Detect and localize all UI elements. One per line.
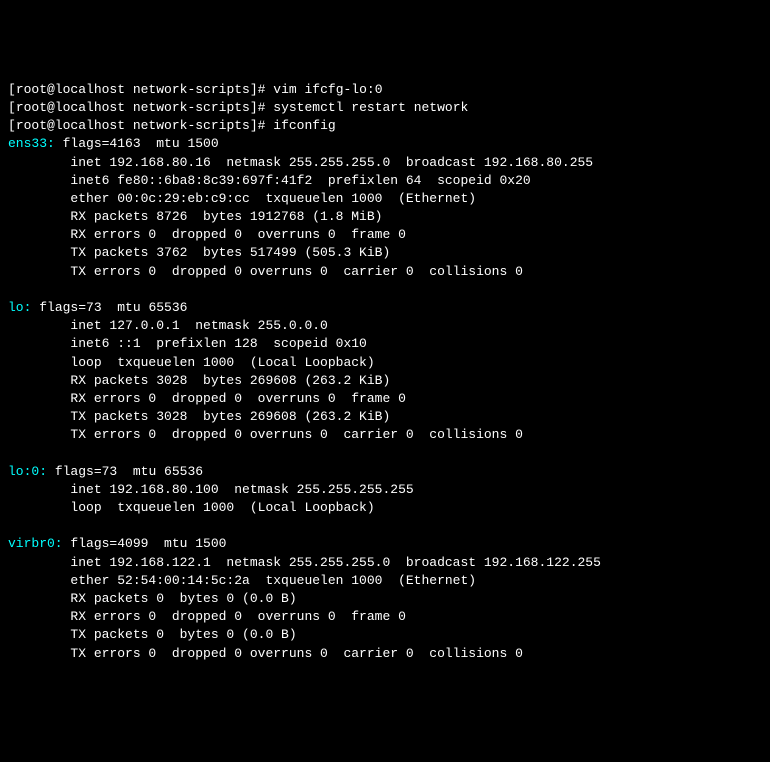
interface-detail-line: RX packets 8726 bytes 1912768 (1.8 MiB) xyxy=(8,208,762,226)
shell-prompt-line: [root@localhost network-scripts]# ifconf… xyxy=(8,117,762,135)
interface-detail-line: loop txqueuelen 1000 (Local Loopback) xyxy=(8,354,762,372)
blank-line xyxy=(8,281,762,299)
interface-detail-line: TX errors 0 dropped 0 overruns 0 carrier… xyxy=(8,426,762,444)
interface-name: lo: xyxy=(8,300,31,315)
shell-prompt-line: [root@localhost network-scripts]# vim if… xyxy=(8,81,762,99)
interface-detail-line: loop txqueuelen 1000 (Local Loopback) xyxy=(8,499,762,517)
interface-name: ens33: xyxy=(8,136,55,151)
command-text: systemctl restart network xyxy=(273,100,468,115)
terminal-output[interactable]: [root@localhost network-scripts]# vim if… xyxy=(8,81,762,663)
interface-header: lo:0: flags=73 mtu 65536 xyxy=(8,463,762,481)
interface-detail-line: ether 52:54:00:14:5c:2a txqueuelen 1000 … xyxy=(8,572,762,590)
interface-detail-line: inet 192.168.122.1 netmask 255.255.255.0… xyxy=(8,554,762,572)
interface-detail-line: TX packets 0 bytes 0 (0.0 B) xyxy=(8,626,762,644)
interface-detail-line: inet6 fe80::6ba8:8c39:697f:41f2 prefixle… xyxy=(8,172,762,190)
interface-detail-line: inet 192.168.80.100 netmask 255.255.255.… xyxy=(8,481,762,499)
interface-detail-line: TX packets 3028 bytes 269608 (263.2 KiB) xyxy=(8,408,762,426)
interface-detail-line: RX packets 0 bytes 0 (0.0 B) xyxy=(8,590,762,608)
command-text: ifconfig xyxy=(273,118,335,133)
interface-detail-line: inet 127.0.0.1 netmask 255.0.0.0 xyxy=(8,317,762,335)
interface-header: virbr0: flags=4099 mtu 1500 xyxy=(8,535,762,553)
blank-line xyxy=(8,517,762,535)
interface-header: lo: flags=73 mtu 65536 xyxy=(8,299,762,317)
shell-prompt-line: [root@localhost network-scripts]# system… xyxy=(8,99,762,117)
interface-detail-line: RX errors 0 dropped 0 overruns 0 frame 0 xyxy=(8,226,762,244)
interface-detail-line: TX packets 3762 bytes 517499 (505.3 KiB) xyxy=(8,244,762,262)
interface-detail-line: inet6 ::1 prefixlen 128 scopeid 0x10 xyxy=(8,335,762,353)
interface-detail-line: inet 192.168.80.16 netmask 255.255.255.0… xyxy=(8,154,762,172)
interface-name: virbr0: xyxy=(8,536,63,551)
interface-detail-line: RX errors 0 dropped 0 overruns 0 frame 0 xyxy=(8,390,762,408)
interface-detail-line: ether 00:0c:29:eb:c9:cc txqueuelen 1000 … xyxy=(8,190,762,208)
command-text: vim ifcfg-lo:0 xyxy=(273,82,382,97)
blank-line xyxy=(8,445,762,463)
interface-header: ens33: flags=4163 mtu 1500 xyxy=(8,135,762,153)
interface-detail-line: RX errors 0 dropped 0 overruns 0 frame 0 xyxy=(8,608,762,626)
interface-detail-line: TX errors 0 dropped 0 overruns 0 carrier… xyxy=(8,645,762,663)
interface-detail-line: TX errors 0 dropped 0 overruns 0 carrier… xyxy=(8,263,762,281)
interface-name: lo:0: xyxy=(8,464,47,479)
interface-detail-line: RX packets 3028 bytes 269608 (263.2 KiB) xyxy=(8,372,762,390)
